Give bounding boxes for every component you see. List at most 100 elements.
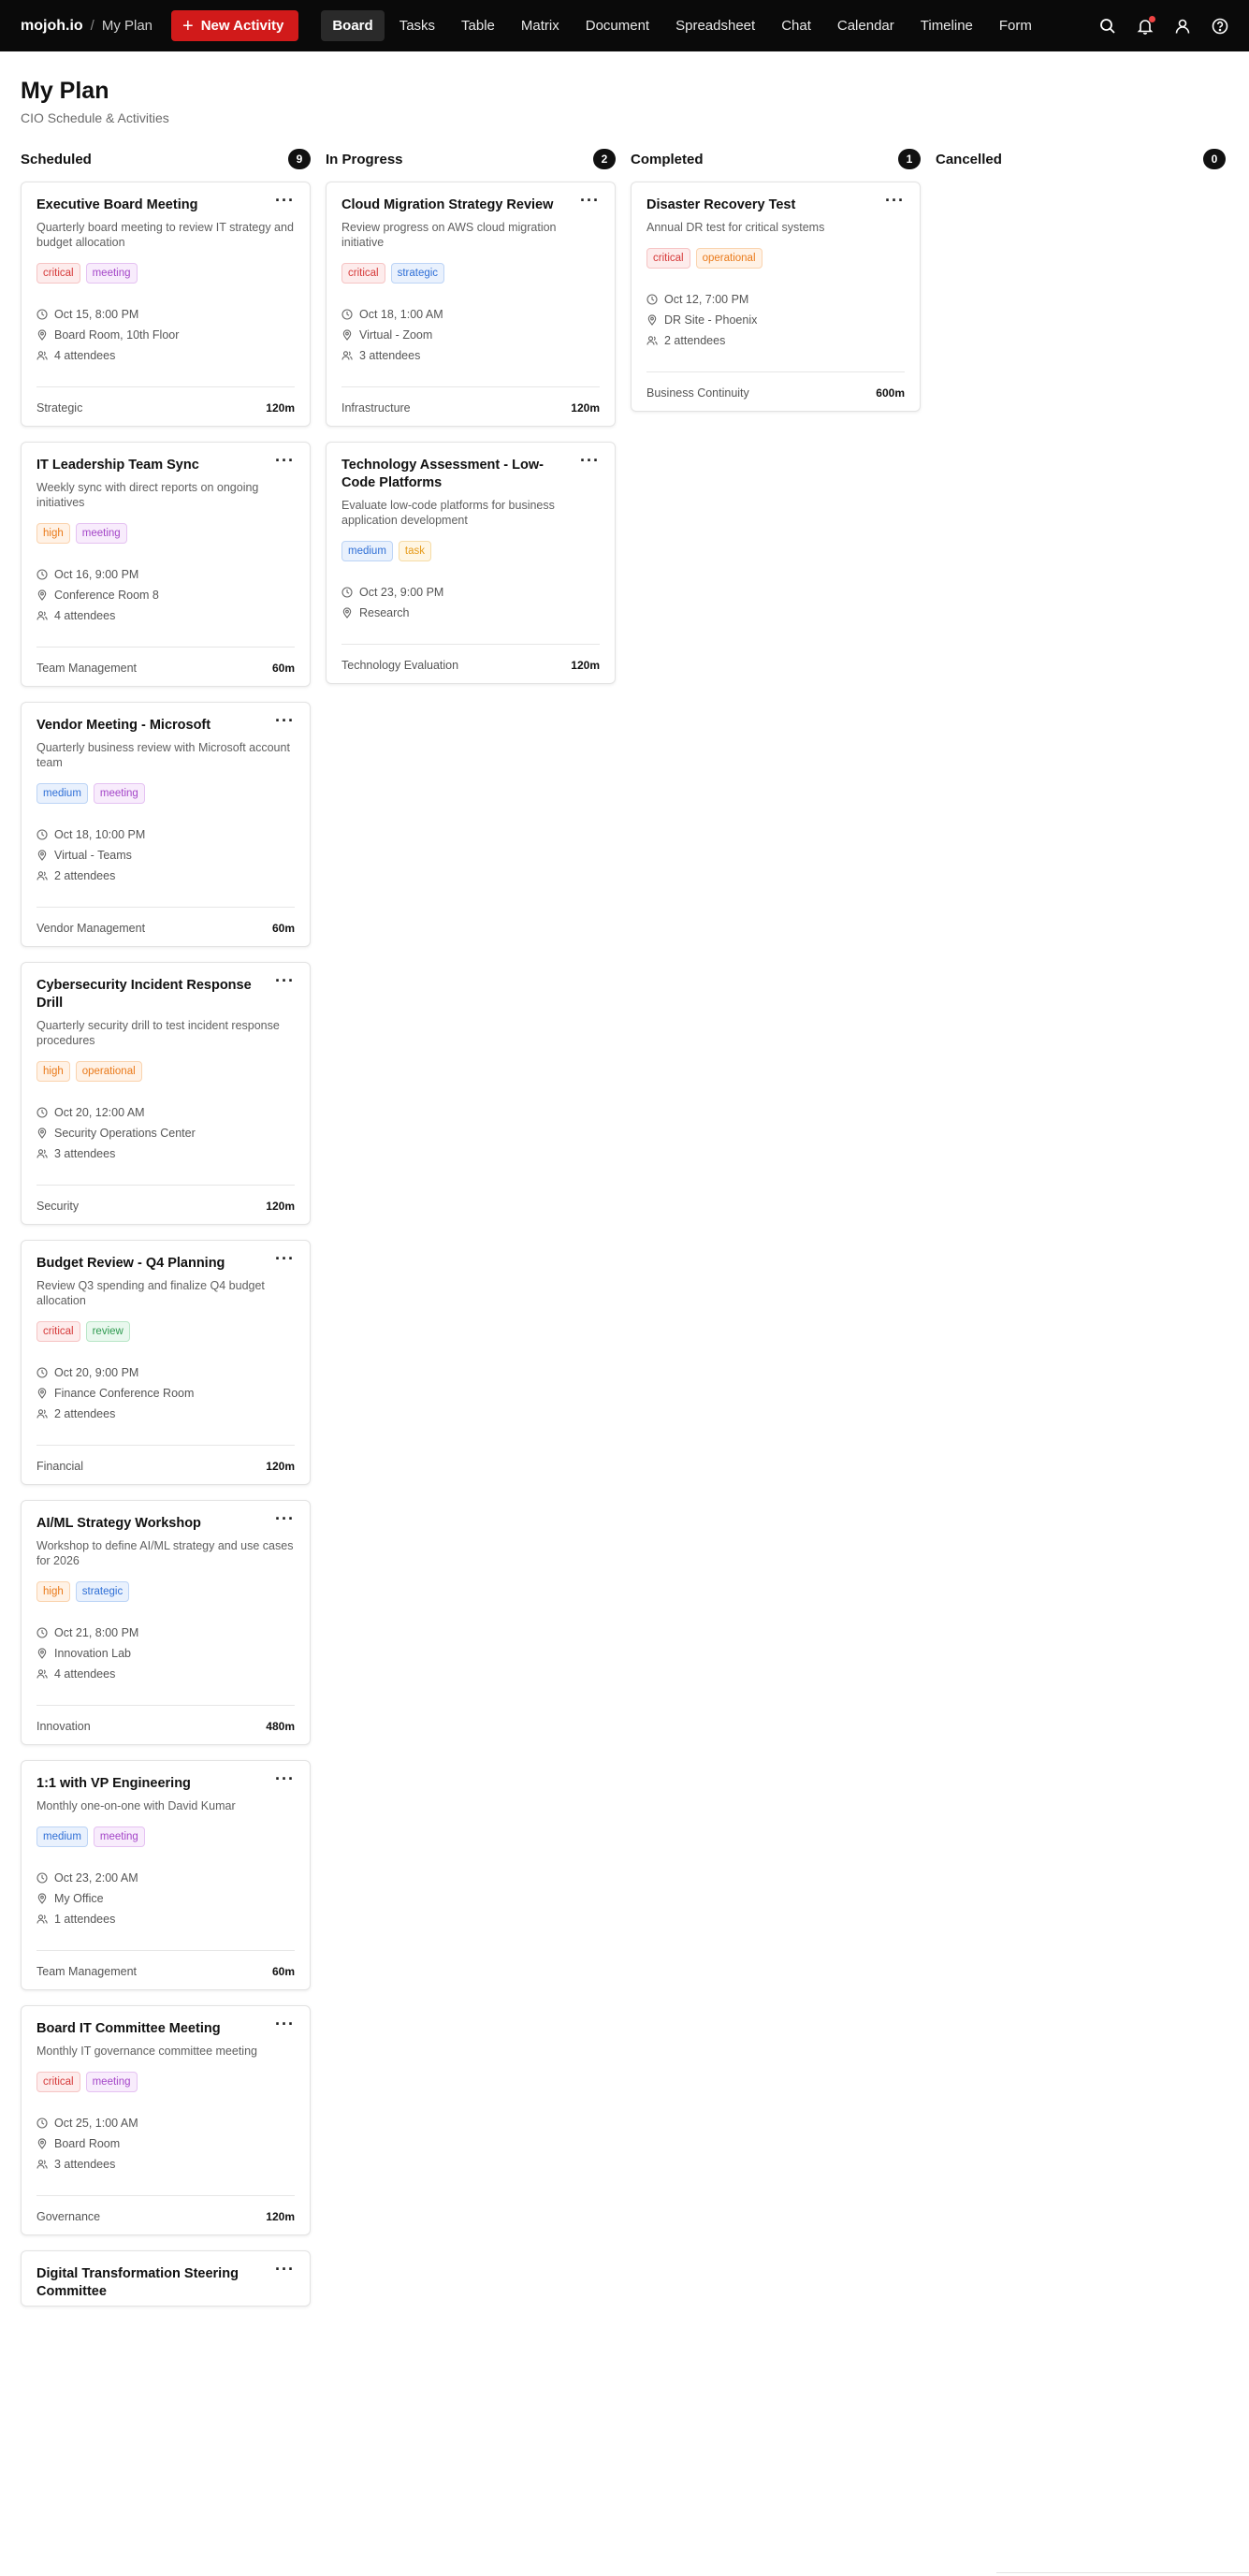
card-description: Workshop to define AI/ML strategy and us… [36,1539,294,1567]
card-date-row: Oct 18, 10:00 PM [36,824,295,845]
activity-card[interactable]: Cloud Migration Strategy Review ··· Review… [326,182,616,427]
brand-logo[interactable]: mojoh.io [21,18,83,35]
tab-table[interactable]: Table [450,10,506,41]
card-duration: 120m [266,400,295,415]
activity-card[interactable]: IT Leadership Team Sync ··· Weekly sync wi… [21,442,311,687]
card-tags: critical review [36,1321,295,1342]
more-options-icon[interactable]: ··· [275,2016,295,2032]
card-title: Disaster Recovery Test [646,197,796,212]
column-header: Cancelled 0 [936,148,1226,170]
activity-card[interactable]: 1:1 with VP Engineering ··· Monthly one-on… [21,1760,311,1990]
card-meta: Oct 23, 9:00 PM Research [341,582,600,623]
card-footer: Technology Evaluation 120m [341,644,600,683]
card-footer: Infrastructure 120m [341,386,600,426]
tab-spreadsheet[interactable]: Spreadsheet [664,10,766,41]
tag-critical: critical [36,2072,80,2092]
tab-form[interactable]: Form [988,10,1043,41]
tab-calendar[interactable]: Calendar [826,10,906,41]
column-title: Completed [631,151,704,167]
card-category: Team Management [36,661,138,675]
tag-meeting: meeting [85,2072,138,2092]
card-description: Monthly IT governance committee meeting [36,2045,257,2058]
more-options-icon[interactable]: ··· [275,972,295,989]
card-title: Vendor Meeting - Microsoft [36,718,211,733]
more-options-icon[interactable]: ··· [275,2261,295,2278]
card-category: Strategic [36,400,83,415]
column-count-badge: 1 [898,149,921,169]
tab-matrix[interactable]: Matrix [510,10,571,41]
more-options-icon[interactable]: ··· [275,712,295,729]
more-options-icon[interactable]: ··· [275,192,295,209]
card-description: Evaluate low-code platforms for business… [341,499,555,527]
attendees-icon [36,2159,48,2170]
activity-card[interactable]: Cybersecurity Incident Response Drill ···… [21,962,311,1225]
card-title: Cloud Migration Strategy Review [341,197,554,212]
card-attendees: 3 attendees [54,2158,116,2171]
activity-card[interactable]: Technology Assessment - Low-Code Platfor… [326,442,616,684]
tab-chat[interactable]: Chat [770,10,822,41]
card-attendees-row: 3 attendees [341,345,600,366]
card-meta: Oct 23, 2:00 AM My Office 1 attendees [36,1868,295,1929]
activity-card[interactable]: Executive Board Meeting ··· Quarterly boar… [21,182,311,427]
card-meta: Oct 16, 9:00 PM Conference Room 8 4 attend… [36,564,295,626]
card-category: Innovation [36,1719,91,1733]
activity-card[interactable]: Vendor Meeting - Microsoft ··· Quarterly b… [21,702,311,947]
card-title: AI/ML Strategy Workshop [36,1516,201,1531]
card-location-row: Virtual - Zoom [341,325,600,345]
activity-card[interactable]: Board IT Committee Meeting ··· Monthly IT … [21,2005,311,2235]
tab-board[interactable]: Board [321,10,385,41]
card-attendees-row: 3 attendees [36,1143,295,1164]
card-location-row: My Office [36,1888,295,1909]
activity-card[interactable]: Budget Review - Q4 Planning ··· Review Q3 … [21,1240,311,1485]
page-subtitle: CIO Schedule & Activities [21,110,169,125]
card-attendees: 3 attendees [359,349,421,362]
clock-icon [646,294,658,305]
search-icon[interactable] [1099,18,1116,35]
card-title: 1:1 with VP Engineering [36,1776,191,1791]
card-footer: Team Management 60m [36,647,295,686]
bell-icon[interactable] [1137,15,1155,35]
column-count-badge: 2 [593,149,616,169]
card-date-row: Oct 25, 1:00 AM [36,2113,295,2133]
card-duration: 120m [266,2209,295,2223]
help-icon[interactable] [1212,18,1228,35]
tab-timeline[interactable]: Timeline [909,10,984,41]
activity-card[interactable]: Disaster Recovery Test ··· Annual DR test … [631,182,921,412]
more-options-icon[interactable]: ··· [275,1250,295,1267]
location-icon [36,850,48,861]
more-options-icon[interactable]: ··· [275,1770,295,1787]
user-icon[interactable] [1174,18,1191,35]
card-description: Weekly sync with direct reports on ongoi… [36,481,259,509]
activity-card[interactable]: AI/ML Strategy Workshop ··· Workshop to de… [21,1500,311,1745]
tab-tasks[interactable]: Tasks [388,10,446,41]
card-attendees-row: 3 attendees [36,2154,295,2175]
tab-document[interactable]: Document [574,10,661,41]
tag-meeting: meeting [93,783,145,804]
card-tags: critical meeting [36,2072,295,2092]
card-date: Oct 20, 9:00 PM [54,1366,139,1379]
location-icon [36,2138,48,2149]
card-category: Financial [36,1459,84,1473]
breadcrumb-current[interactable]: My Plan [102,18,152,34]
card-attendees: 2 attendees [54,1407,116,1420]
tag-critical: critical [646,248,690,269]
column-in-progress: In Progress 2 Cloud Migration Strategy Rev… [326,148,616,699]
more-options-icon[interactable]: ··· [580,192,600,209]
more-options-icon[interactable]: ··· [275,1510,295,1527]
column-title: Cancelled [936,151,1002,167]
activity-card[interactable]: Digital Transformation Steering Committe… [21,2250,311,2307]
card-category: Vendor Management [36,921,146,935]
card-location-row: Conference Room 8 [36,585,295,605]
plus-icon: + [182,15,194,36]
more-options-icon[interactable]: ··· [275,452,295,469]
card-attendees: 2 attendees [664,334,726,347]
card-category: Governance [36,2209,101,2223]
breadcrumb-separator: / [90,18,94,34]
more-options-icon[interactable]: ··· [885,192,905,209]
card-date: Oct 21, 8:00 PM [54,1626,139,1639]
more-options-icon[interactable]: ··· [580,452,600,469]
new-activity-button[interactable]: + New Activity [171,10,299,41]
tag-task: task [398,541,431,561]
location-icon [36,1648,48,1659]
card-tags: medium meeting [36,783,295,804]
